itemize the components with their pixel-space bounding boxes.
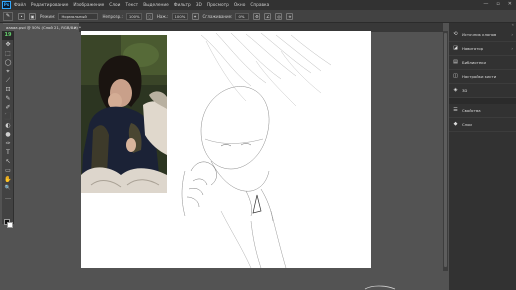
panel-properties[interactable]: ☰ Свойства (449, 104, 516, 118)
document-tab-title: aaaaa.psd @ 50% (Слой 21, RGB/8#) * (6, 25, 81, 30)
quick-select-tool-icon[interactable]: ⌖ (2, 67, 14, 76)
libraries-icon: ▤ (453, 59, 458, 65)
menu-window[interactable]: Окно (234, 3, 245, 8)
panel-label: Свойства (462, 108, 481, 113)
flow-field[interactable]: 100% (171, 12, 188, 20)
right-panel-dock: « ⟲ Источник клонов › ◪ Навигатор › ▤ Би… (449, 23, 516, 290)
menu-file[interactable]: Файл (14, 3, 26, 8)
photoshop-logo[interactable]: Ps (2, 1, 11, 9)
status-area (0, 271, 449, 290)
vertical-scrollbar[interactable] (443, 31, 448, 271)
brush-settings-icon: ◫ (453, 73, 458, 79)
menu-3d[interactable]: 3D (196, 3, 202, 8)
more-tools-icon[interactable]: … (2, 193, 14, 202)
crop-tool-icon[interactable]: ⟋ (2, 76, 14, 85)
document-tab[interactable]: aaaaa.psd @ 50% (Слой 21, RGB/8#) * × (3, 23, 81, 32)
brush-tool-preset-icon[interactable]: ✎ (3, 11, 13, 21)
navigator-icon: ◪ (453, 45, 458, 51)
menu-bar: Ps Файл Редактирование Изображение Слои … (0, 0, 516, 10)
3d-icon: ◈ (453, 87, 458, 93)
chevron-right-icon: › (511, 32, 513, 37)
zoom-tool-icon[interactable]: 🔍 (2, 184, 14, 193)
reference-photo-image (81, 35, 167, 193)
menu-filter[interactable]: Фильтр (174, 3, 191, 8)
stamp-tool-icon[interactable]: ✐ (2, 103, 14, 112)
panel-label: Настройки кисти (462, 74, 497, 79)
shape-tool-icon[interactable]: ▭ (2, 166, 14, 175)
eraser-tool-icon[interactable]: ⬛ (2, 112, 14, 121)
marquee-tool-icon[interactable]: ⬚ (2, 49, 14, 58)
maximize-button[interactable]: ▫ (496, 1, 499, 7)
mode-label: Режим: (40, 13, 56, 19)
document-canvas[interactable] (81, 31, 371, 268)
menu-view[interactable]: Просмотр (207, 3, 229, 8)
opacity-field[interactable]: 100% (125, 12, 142, 20)
hand-tool-icon[interactable]: ✋ (2, 175, 14, 184)
menu-edit[interactable]: Редактирование (31, 3, 69, 8)
brush-settings-icon[interactable]: ▣ (29, 12, 36, 20)
panel-navigator[interactable]: ◪ Навигатор › (449, 42, 516, 56)
minimize-button[interactable]: — (483, 1, 488, 7)
flow-label: Наж.: (156, 13, 169, 19)
chevron-right-icon: › (511, 46, 513, 51)
pressure-opacity-icon[interactable]: ◌ (145, 12, 153, 20)
lasso-tool-icon[interactable]: ◯ (2, 58, 14, 67)
mode-select[interactable]: Нормальный (58, 12, 99, 20)
type-tool-icon[interactable]: T (2, 148, 14, 157)
background-color-swatch[interactable] (7, 222, 13, 228)
window-controls: — ▫ ✕ (483, 1, 512, 7)
panel-libraries[interactable]: ▤ Библиотеки (449, 56, 516, 70)
panel-label: Слои (462, 122, 472, 127)
close-tab-icon[interactable]: × (74, 24, 77, 32)
brush-tool-icon[interactable]: ✎ (2, 94, 14, 103)
layers-icon: ◆ (453, 121, 458, 127)
menu-image[interactable]: Изображение (73, 3, 104, 8)
properties-icon: ☰ (453, 107, 458, 113)
panel-label: Источник клонов (462, 32, 497, 37)
panel-label: 3D (462, 88, 468, 93)
panel-label: Навигатор (462, 46, 484, 51)
tool-brush-size-badge[interactable]: 19 (2, 31, 14, 40)
dodge-tool-icon[interactable]: ● (2, 130, 14, 139)
panel-clone-source[interactable]: ⟲ Источник клонов › (449, 28, 516, 42)
menu-layers[interactable]: Слои (109, 3, 120, 8)
off-canvas-sketch-fragment (364, 285, 396, 290)
menu-type[interactable]: Текст (125, 3, 138, 8)
move-tool-icon[interactable]: ✥ (2, 40, 14, 49)
gear-icon[interactable]: ⚙ (253, 12, 261, 20)
scrollbar-thumb[interactable] (444, 33, 447, 267)
symmetry-icon[interactable]: ⟡ (286, 12, 294, 20)
frame-tool-icon[interactable]: ⊡ (2, 85, 14, 94)
options-bar: ✎ • ▣ Режим: Нормальный Непрозр.: 100% ◌… (0, 10, 516, 23)
panel-label: Библиотеки (462, 60, 486, 65)
menu-help[interactable]: Справка (250, 3, 269, 8)
angle-icon[interactable]: ∠ (264, 12, 272, 20)
smoothing-label: Сглаживание: (202, 13, 233, 19)
pen-tool-icon[interactable]: ✑ (2, 139, 14, 148)
panel-layers[interactable]: ◆ Слои (449, 118, 516, 132)
brush-size-icon[interactable]: • (18, 12, 25, 20)
panel-3d[interactable]: ◈ 3D (449, 84, 516, 98)
tools-panel: 19 ✥ ⬚ ◯ ⌖ ⟋ ⊡ ✎ ✐ ⬛ ◐ ● ✑ T ↖ ▭ ✋ 🔍 … (2, 31, 14, 228)
panel-brush-settings[interactable]: ◫ Настройки кисти (449, 70, 516, 84)
opacity-label: Непрозр.: (102, 13, 123, 19)
gradient-tool-icon[interactable]: ◐ (2, 121, 14, 130)
close-button[interactable]: ✕ (508, 1, 512, 7)
smoothing-field[interactable]: 0% (235, 12, 250, 20)
clone-source-icon: ⟲ (453, 31, 458, 37)
menu-select[interactable]: Выделение (143, 3, 169, 8)
pressure-size-icon[interactable]: ◎ (275, 12, 283, 20)
path-select-tool-icon[interactable]: ↖ (2, 157, 14, 166)
airbrush-icon[interactable]: ✦ (191, 12, 199, 20)
